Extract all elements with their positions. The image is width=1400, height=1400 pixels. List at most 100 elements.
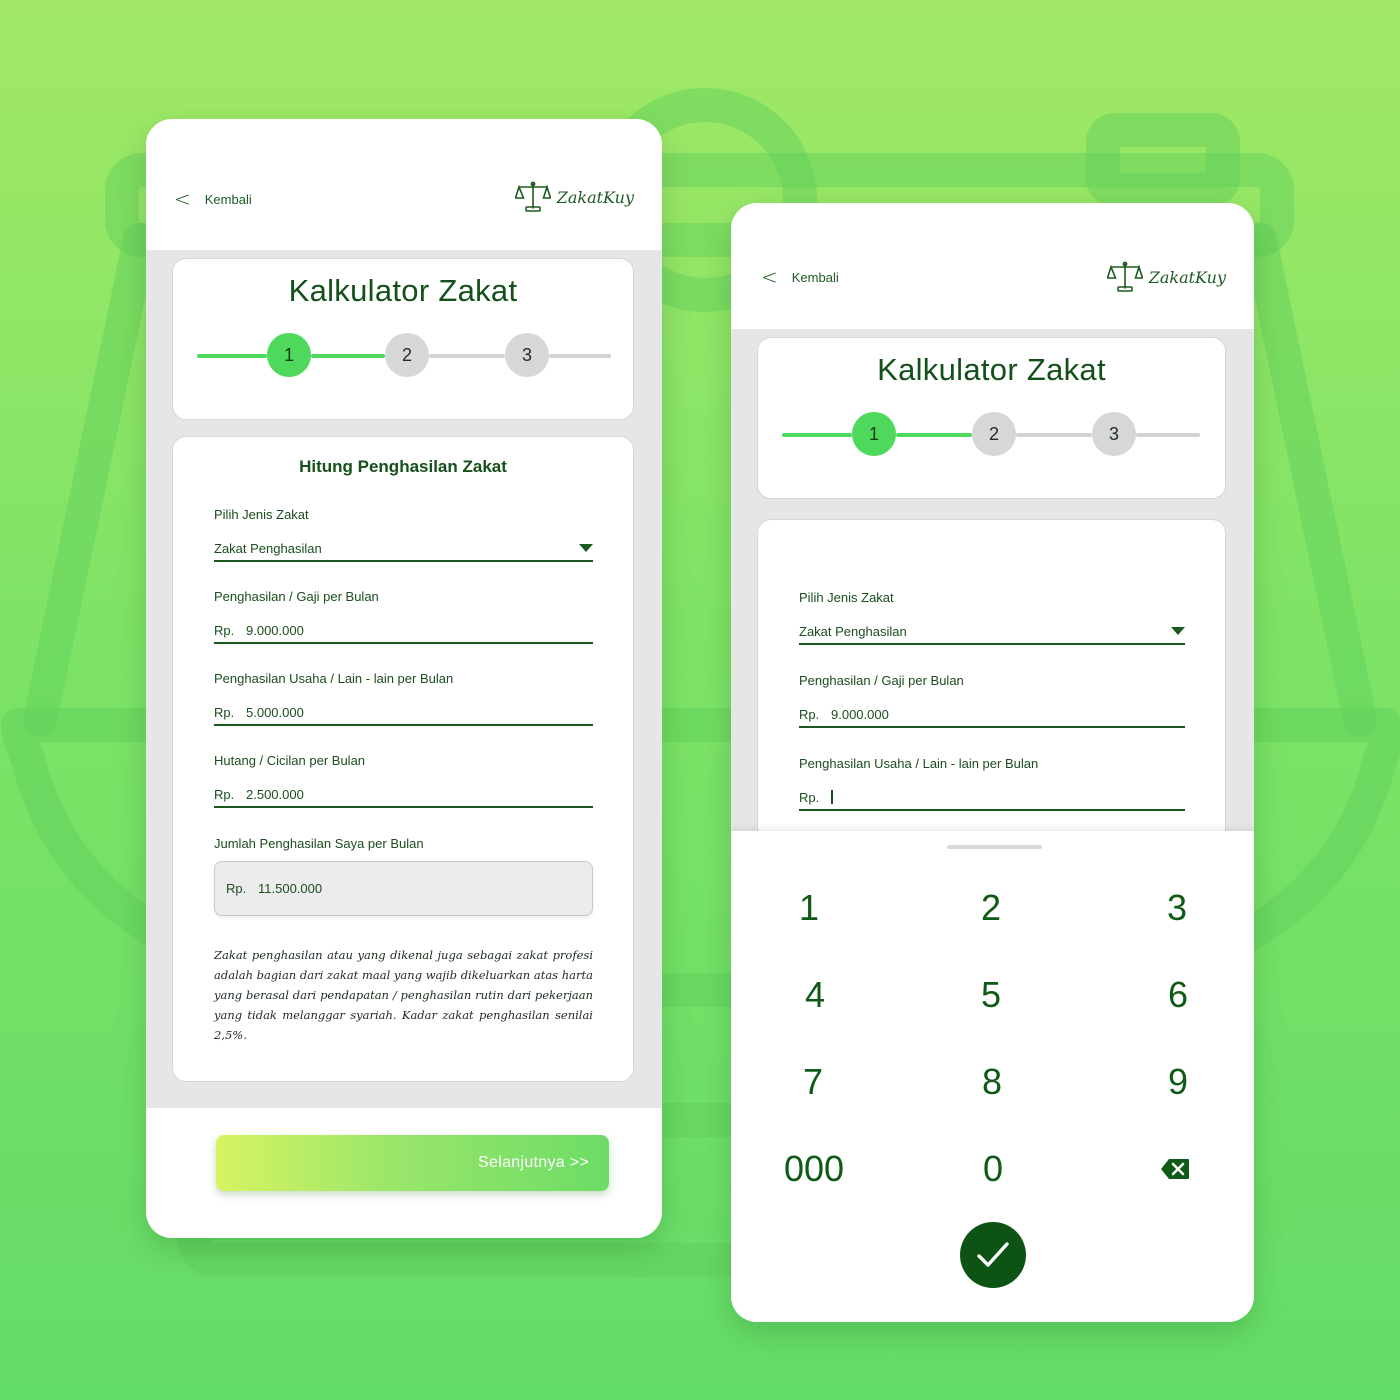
steps-card: Kalkulator Zakat 1 2 3 — [172, 258, 634, 420]
key-7[interactable]: 7 — [763, 1052, 863, 1112]
steps-card: Kalkulator Zakat 1 2 3 — [757, 337, 1226, 499]
other-income-value: 5.000.000 — [246, 704, 304, 720]
zakat-type-label: Pilih Jenis Zakat — [214, 507, 309, 522]
step-2: 2 — [385, 333, 429, 377]
backspace-button[interactable] — [1125, 1139, 1225, 1199]
total-field: Jumlah Penghasilan Saya per Bulan Rp. 11… — [214, 836, 593, 916]
key-3[interactable]: 3 — [1127, 878, 1227, 938]
scale-icon — [514, 181, 551, 212]
zakat-type-label: Pilih Jenis Zakat — [799, 590, 894, 605]
currency-prefix: Rp. — [799, 789, 820, 805]
numeric-keypad: 1 2 3 4 5 6 7 8 9 000 0 — [731, 831, 1254, 1322]
key-000[interactable]: 000 — [764, 1139, 864, 1199]
key-5[interactable]: 5 — [941, 965, 1041, 1025]
step-line-2 — [896, 433, 972, 437]
step-2: 2 — [972, 412, 1016, 456]
currency-prefix: Rp. — [214, 622, 235, 638]
other-income-field: Penghasilan Usaha / Lain - lain per Bula… — [214, 671, 593, 726]
key-2[interactable]: 2 — [941, 878, 1041, 938]
debt-field: Hutang / Cicilan per Bulan Rp. 2.500.000 — [214, 753, 593, 808]
brand-logo: ZakatKuy — [1106, 261, 1226, 293]
other-income-field: Penghasilan Usaha / Lain - lain per Bula… — [799, 756, 1185, 811]
salary-input[interactable]: Rp. 9.000.000 — [214, 618, 593, 644]
key-0[interactable]: 0 — [943, 1139, 1043, 1199]
step-1: 1 — [852, 412, 896, 456]
next-button[interactable]: Selanjutnya >> — [216, 1135, 609, 1191]
step-line-1 — [197, 354, 267, 358]
phone-screen-form: < Kembali ZakatKuy Kalkulator Zakat 1 2 … — [146, 119, 662, 1238]
salary-field: Penghasilan / Gaji per Bulan Rp. 9.000.0… — [799, 673, 1185, 728]
zakat-type-value: Zakat Penghasilan — [799, 623, 907, 639]
bottom-bar: Selanjutnya >> — [146, 1108, 662, 1238]
chevron-left-icon: < — [761, 265, 778, 289]
other-income-label: Penghasilan Usaha / Lain - lain per Bula… — [799, 756, 1039, 771]
scale-icon — [1106, 261, 1143, 292]
back-button[interactable]: < Kembali — [761, 267, 839, 287]
caret-down-icon — [1171, 627, 1185, 635]
currency-prefix: Rp. — [226, 881, 247, 896]
debt-value: 2.500.000 — [246, 786, 304, 802]
key-9[interactable]: 9 — [1128, 1052, 1228, 1112]
step-line-4 — [1136, 433, 1200, 437]
currency-prefix: Rp. — [214, 704, 235, 720]
confirm-button[interactable] — [960, 1222, 1026, 1288]
debt-input[interactable]: Rp. 2.500.000 — [214, 782, 593, 808]
other-income-label: Penghasilan Usaha / Lain - lain per Bula… — [214, 671, 454, 686]
sheet-handle[interactable] — [947, 845, 1042, 849]
salary-value: 9.000.000 — [246, 622, 304, 638]
top-bar: < Kembali ZakatKuy — [146, 119, 662, 250]
key-1[interactable]: 1 — [759, 878, 859, 938]
zakat-type-select[interactable]: Zakat Penghasilan — [214, 536, 593, 562]
caret-down-icon — [579, 544, 593, 552]
zakat-type-select[interactable]: Zakat Penghasilan — [799, 619, 1185, 645]
step-line-4 — [549, 354, 611, 358]
zakat-type-field: Pilih Jenis Zakat Zakat Penghasilan — [214, 507, 593, 562]
salary-label: Penghasilan / Gaji per Bulan — [799, 673, 964, 688]
step-line-2 — [311, 354, 385, 358]
salary-field: Penghasilan / Gaji per Bulan Rp. 9.000.0… — [214, 589, 593, 644]
step-1: 1 — [267, 333, 311, 377]
back-label: Kembali — [791, 269, 839, 285]
chevron-left-icon: < — [174, 187, 191, 211]
currency-prefix: Rp. — [799, 706, 820, 722]
top-bar: < Kembali ZakatKuy — [731, 203, 1254, 329]
zakat-type-value: Zakat Penghasilan — [214, 540, 322, 556]
page-title: Kalkulator Zakat — [877, 352, 1106, 387]
stepper: 1 2 3 — [782, 412, 1203, 458]
zakat-note: Zakat penghasilan atau yang dikenal juga… — [214, 948, 593, 1042]
total-value: 11.500.000 — [258, 881, 323, 896]
key-8[interactable]: 8 — [942, 1052, 1042, 1112]
brand-name: ZakatKuy — [1148, 267, 1226, 287]
total-label: Jumlah Penghasilan Saya per Bulan — [214, 836, 424, 851]
backspace-icon — [1161, 1159, 1189, 1179]
stepper: 1 2 3 — [197, 333, 611, 379]
salary-value: 9.000.000 — [831, 706, 889, 722]
check-icon — [977, 1242, 1009, 1267]
step-line-3 — [1016, 433, 1092, 437]
step-3: 3 — [505, 333, 549, 377]
content-area: Kalkulator Zakat 1 2 3 Pilih Jenis Zakat… — [731, 329, 1254, 859]
phone-screen-keypad: < Kembali ZakatKuy Kalkulator Zakat 1 2 … — [731, 203, 1254, 1322]
back-label: Kembali — [204, 191, 252, 207]
form-card: Pilih Jenis Zakat Zakat Penghasilan Peng… — [757, 519, 1226, 859]
total-output: Rp. 11.500.000 — [214, 861, 593, 916]
step-line-1 — [782, 433, 852, 437]
content-area: Kalkulator Zakat 1 2 3 Hitung Penghasila… — [146, 250, 662, 1108]
form-card: Hitung Penghasilan Zakat Pilih Jenis Zak… — [172, 436, 634, 1082]
currency-prefix: Rp. — [214, 786, 235, 802]
page-title: Kalkulator Zakat — [288, 273, 518, 308]
salary-label: Penghasilan / Gaji per Bulan — [214, 589, 379, 604]
key-6[interactable]: 6 — [1128, 965, 1228, 1025]
debt-label: Hutang / Cicilan per Bulan — [214, 753, 366, 768]
other-income-input[interactable]: Rp. 5.000.000 — [214, 700, 593, 726]
back-button[interactable]: < Kembali — [174, 189, 252, 209]
step-3: 3 — [1092, 412, 1136, 456]
salary-input[interactable]: Rp. 9.000.000 — [799, 702, 1185, 728]
text-cursor — [831, 790, 833, 804]
key-4[interactable]: 4 — [765, 965, 865, 1025]
brand-name: ZakatKuy — [556, 187, 634, 207]
other-income-input[interactable]: Rp. — [799, 785, 1185, 811]
brand-logo: ZakatKuy — [514, 181, 634, 213]
step-line-3 — [429, 354, 505, 358]
zakat-type-field: Pilih Jenis Zakat Zakat Penghasilan — [799, 590, 1185, 645]
